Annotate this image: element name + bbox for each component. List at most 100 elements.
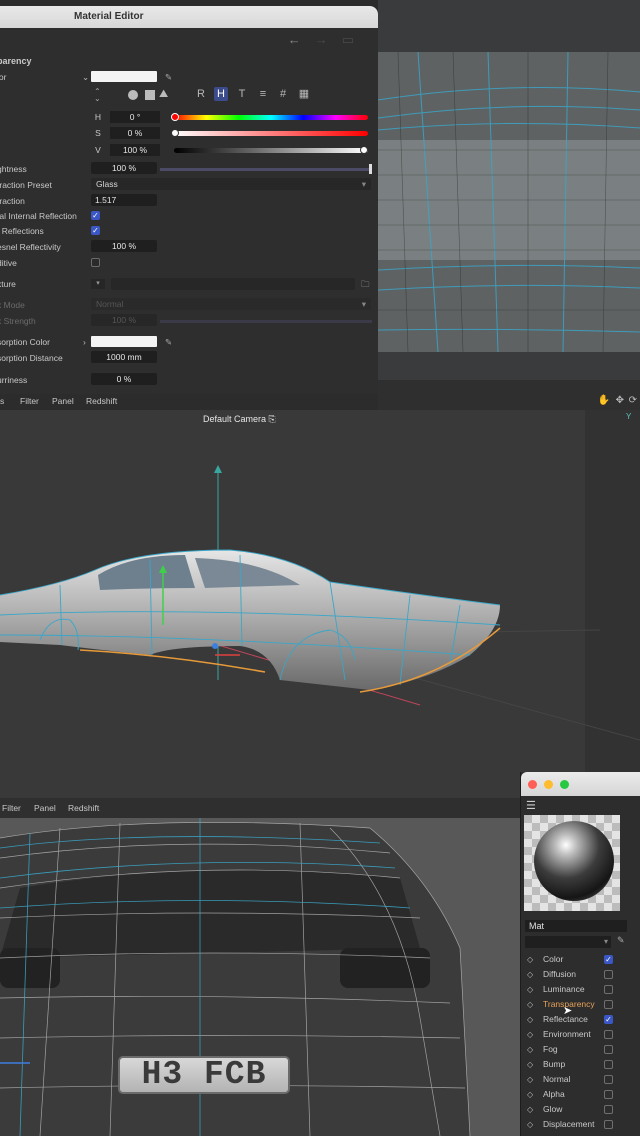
material-preset-dropdown[interactable] xyxy=(525,936,611,948)
maximize-button[interactable] xyxy=(560,780,569,789)
menu-item-view[interactable]: s xyxy=(0,396,4,406)
hsv-mode-button[interactable]: H xyxy=(214,87,228,101)
channel-checkbox[interactable] xyxy=(604,1000,613,1009)
menu-item-filter[interactable]: Filter xyxy=(2,803,21,813)
channel-checkbox[interactable]: ✓ xyxy=(604,1015,613,1024)
material-panel: ☰ Mat ✎ ◇ Color ✓ ◇ Diffusion ◇ Luminance ◇T… xyxy=(520,772,640,1136)
wheel-mode-icon[interactable] xyxy=(128,90,138,100)
brightness-field[interactable]: 100 % xyxy=(91,162,157,174)
lock-icon[interactable]: ▭ xyxy=(342,32,368,47)
hex-mode-button[interactable]: # xyxy=(276,87,290,101)
refraction-field[interactable]: 1.517 xyxy=(91,194,157,206)
saturation-knob[interactable] xyxy=(171,129,179,137)
mix-strength-field[interactable]: 100 % xyxy=(91,314,157,326)
menu-item-redshift[interactable]: Redshift xyxy=(86,396,117,406)
channel-bump[interactable]: ◇ Bump xyxy=(527,1057,637,1072)
additive-checkbox[interactable] xyxy=(91,258,100,267)
absorption-color-swatch[interactable] xyxy=(91,336,157,347)
folder-icon[interactable]: 🗀 xyxy=(361,277,370,291)
material-name-field[interactable]: Mat xyxy=(525,920,627,932)
channel-checkbox[interactable] xyxy=(604,1030,613,1039)
refraction-preset-dropdown[interactable]: Glass xyxy=(91,178,371,190)
material-preview[interactable] xyxy=(524,815,620,911)
value-slider[interactable] xyxy=(174,148,368,153)
back-arrow-icon[interactable]: ← xyxy=(288,32,315,47)
channel-environment[interactable]: ◇ Environment xyxy=(527,1027,637,1042)
swatches-mode-button[interactable]: ▦ xyxy=(297,87,311,101)
channel-checkbox[interactable] xyxy=(604,970,613,979)
absorption-distance-field[interactable]: 1000 mm xyxy=(91,351,157,363)
channel-luminance[interactable]: ◇ Luminance xyxy=(527,982,637,997)
chevron-right-icon[interactable]: › xyxy=(83,335,86,349)
channel-transparency[interactable]: ◇ Transparency xyxy=(527,997,637,1012)
top-viewport[interactable]: ✋ ✥ ⟳ xyxy=(378,0,640,410)
perspective-viewport[interactable]: Default Camera ⎘ Y xyxy=(0,410,640,798)
texture-field[interactable] xyxy=(111,278,355,290)
value-field[interactable]: 100 % xyxy=(110,144,160,156)
brightness-knob[interactable] xyxy=(369,164,372,174)
hue-knob[interactable] xyxy=(171,113,179,121)
channel-diffusion[interactable]: ◇ Diffusion xyxy=(527,967,637,982)
car-model[interactable] xyxy=(0,410,640,798)
channel-checkbox[interactable] xyxy=(604,1105,613,1114)
saturation-field[interactable]: 0 % xyxy=(110,127,160,139)
hand-icon[interactable]: ✋ xyxy=(598,395,610,406)
diamond-icon: ◇ xyxy=(527,970,534,979)
saturation-slider[interactable] xyxy=(174,131,368,136)
mix-mode-dropdown[interactable]: Normal xyxy=(91,298,371,310)
exit-reflections-checkbox[interactable]: ✓ xyxy=(91,226,100,235)
eyedropper-icon[interactable]: ✎ xyxy=(165,335,172,349)
mix-strength-slider[interactable] xyxy=(160,320,372,323)
hamburger-menu-icon[interactable]: ☰ xyxy=(526,799,536,812)
channel-checkbox[interactable] xyxy=(604,1075,613,1084)
menu-item-filter[interactable]: Filter xyxy=(20,396,39,406)
channel-color[interactable]: ◇ Color ✓ xyxy=(527,952,637,967)
channel-checkbox[interactable] xyxy=(604,1045,613,1054)
value-knob[interactable] xyxy=(360,146,368,154)
tir-checkbox[interactable]: ✓ xyxy=(91,211,100,220)
channel-checkbox[interactable] xyxy=(604,985,613,994)
kelvin-mode-button[interactable]: T xyxy=(235,87,249,101)
channel-checkbox[interactable]: ✓ xyxy=(604,955,613,964)
hue-slider[interactable] xyxy=(174,115,368,120)
channel-checkbox[interactable] xyxy=(604,1120,613,1129)
move-icon[interactable]: ✥ xyxy=(616,395,624,406)
image-mode-icon[interactable]: ⛰ xyxy=(159,88,168,101)
diamond-icon: ◇ xyxy=(527,1045,534,1054)
nav-arrows[interactable]: ←→▭ xyxy=(288,32,368,48)
rgb-mode-button[interactable]: R xyxy=(194,87,208,101)
diamond-icon: ◇ xyxy=(527,985,534,994)
channel-normal[interactable]: ◇ Normal xyxy=(527,1072,637,1087)
rear-render: H3 FCB xyxy=(0,818,520,1136)
eyedropper-icon[interactable]: ✎ xyxy=(617,935,625,946)
expand-arrows-icon[interactable]: ⌃ ⌄ xyxy=(94,88,101,103)
channel-displacement[interactable]: ◇ Displacement xyxy=(527,1117,637,1132)
menu-item-panel[interactable]: Panel xyxy=(34,803,56,813)
menu-item-panel[interactable]: Panel xyxy=(52,396,74,406)
absorption-color-row: sorption Color › ✎ xyxy=(0,335,378,349)
channel-fog[interactable]: ◇ Fog xyxy=(527,1042,637,1057)
color-swatch[interactable] xyxy=(91,71,157,82)
mixer-mode-button[interactable]: ≡ xyxy=(256,87,270,101)
hue-field[interactable]: 0 ° xyxy=(110,111,160,123)
close-button[interactable] xyxy=(528,780,537,789)
channel-glow[interactable]: ◇ Glow xyxy=(527,1102,637,1117)
square-mode-icon[interactable] xyxy=(145,90,155,100)
channel-reflectance[interactable]: ◇ Reflectance ✓ xyxy=(527,1012,637,1027)
minimize-button[interactable] xyxy=(544,780,553,789)
blurriness-field[interactable]: 0 % xyxy=(91,373,157,385)
chevron-down-icon[interactable]: ⌄ xyxy=(82,70,89,84)
rotate-icon[interactable]: ⟳ xyxy=(629,395,637,406)
eyedropper-icon[interactable]: ✎ xyxy=(165,70,172,84)
channel-checkbox[interactable] xyxy=(604,1060,613,1069)
forward-arrow-icon[interactable]: → xyxy=(315,32,342,47)
channel-alpha[interactable]: ◇ Alpha xyxy=(527,1087,637,1102)
v-label: V xyxy=(95,145,101,155)
channel-label: Color xyxy=(543,954,564,964)
brightness-slider[interactable] xyxy=(160,168,372,171)
rear-viewport[interactable]: Filter Panel Redshift H3 FCB xyxy=(0,798,520,1136)
menu-item-redshift[interactable]: Redshift xyxy=(68,803,99,813)
channel-checkbox[interactable] xyxy=(604,1090,613,1099)
texture-dropdown-arrow[interactable]: ▾ xyxy=(91,279,105,289)
fresnel-field[interactable]: 100 % xyxy=(91,240,157,252)
